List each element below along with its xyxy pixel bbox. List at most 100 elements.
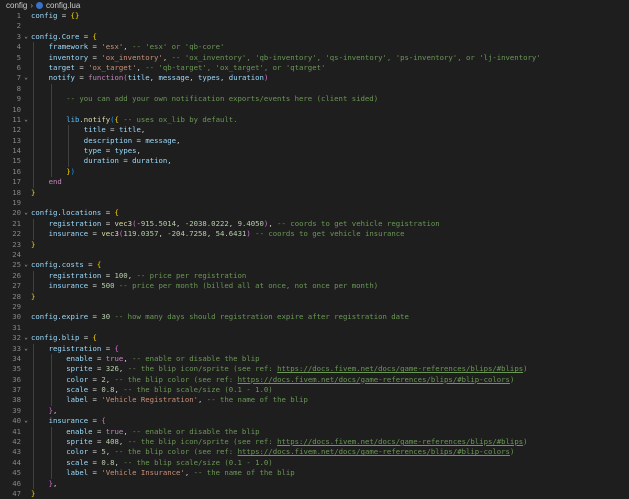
code-token: -- price per month (billed all at once, … <box>114 281 379 291</box>
fold-gutter <box>21 458 31 468</box>
indent-guide <box>33 364 34 375</box>
code-line[interactable]: 41 enable = true, -- enable or disable th… <box>0 426 629 438</box>
code-line[interactable]: 11 ⌄ lib.notify({ -- uses ox_lib by defaul… <box>0 114 629 126</box>
code-line[interactable]: 15 duration = duration, <box>0 156 629 167</box>
code-token: types <box>114 146 137 156</box>
code-line[interactable]: 25 ⌄ config.costs = { <box>0 260 629 270</box>
code-line[interactable]: 33 ⌄ registration = { <box>0 343 629 354</box>
code-token: scale <box>66 457 89 467</box>
code-line[interactable]: 16}) <box>0 166 629 178</box>
code-line[interactable]: 39}, <box>0 405 629 417</box>
code-line[interactable]: 34 enable = true, -- enable or disable th… <box>0 353 629 365</box>
code-content: title = title, <box>31 125 629 136</box>
code-token: 'Vehicle Registration' <box>101 395 198 405</box>
code-line[interactable]: 13 description = message, <box>0 135 629 147</box>
line-number: 12 <box>12 125 21 135</box>
code-line[interactable]: 19 <box>0 198 629 208</box>
code-token: { <box>92 333 97 343</box>
code-line[interactable]: 7 ⌄ notify = function(title, message, type… <box>0 73 629 84</box>
code-line[interactable]: 38 label = 'Vehicle Registration', -- the… <box>0 395 629 406</box>
fold-chevron-icon[interactable]: ⌄ <box>21 344 31 354</box>
code-line[interactable]: 20 ⌄ config.locations = { <box>0 208 629 218</box>
code-line[interactable]: 8 <box>0 83 629 95</box>
indent-guide <box>50 364 52 375</box>
code-line[interactable]: 2 <box>0 21 629 31</box>
code-line[interactable]: 40 ⌄ insurance = { <box>0 416 629 427</box>
code-line[interactable]: 3 ⌄ config.Core = { <box>0 32 629 42</box>
code-line[interactable]: 44 scale = 0.8, -- the blip scale/size (0… <box>0 457 629 469</box>
code-token: , <box>162 52 172 62</box>
code-line[interactable]: 29 <box>0 302 629 312</box>
fold-chevron-icon[interactable]: ⌄ <box>21 260 31 270</box>
fold-gutter <box>21 125 31 135</box>
code-line[interactable]: 42 sprite = 408, -- the blip icon/sprite … <box>0 437 629 448</box>
code-line[interactable]: 43 color = 5, -- the blip color (see ref:… <box>0 447 629 458</box>
line-number: 13 <box>12 135 21 145</box>
line-number: 7 <box>16 73 21 83</box>
fold-chevron-icon[interactable]: ⌄ <box>21 32 31 42</box>
fold-chevron-icon[interactable]: ⌄ <box>21 115 31 125</box>
code-line[interactable]: 45 label = 'Vehicle Insurance', -- the na… <box>0 468 629 479</box>
code-token: message <box>158 73 190 83</box>
code-line[interactable]: 9 -- you can add your own notification ex… <box>0 94 629 105</box>
indent-guide <box>50 374 52 386</box>
code-token: , <box>136 62 146 72</box>
code-content <box>31 323 629 333</box>
code-line[interactable]: 23} <box>0 240 629 250</box>
code-line[interactable]: 18} <box>0 188 629 198</box>
code-line[interactable]: 10 <box>0 104 629 115</box>
code-content <box>31 83 629 95</box>
code-line[interactable]: 30 config.expire = 30 -- how many days sh… <box>0 312 629 322</box>
code-line[interactable]: 24 <box>0 250 629 260</box>
code-line[interactable]: 14 type = types, <box>0 146 629 157</box>
code-token: enable <box>66 426 93 436</box>
code-token: , <box>176 218 185 228</box>
code-line[interactable]: 1 config = {} <box>0 11 629 21</box>
indent-guide <box>50 395 52 406</box>
code-content: } <box>31 188 629 198</box>
code-link[interactable]: https://docs.fivem.net/docs/game-referen… <box>238 447 510 456</box>
code-line[interactable]: 5 inventory = 'ox_inventory', -- 'ox_inve… <box>0 52 629 63</box>
breadcrumb-file[interactable]: config.lua <box>46 1 80 10</box>
code-line[interactable]: 47} <box>0 489 629 499</box>
code-line[interactable]: 35 sprite = 326, -- the blip icon/sprite … <box>0 364 629 375</box>
code-line[interactable]: 12 title = title, <box>0 125 629 136</box>
code-line[interactable]: 6 target = 'ox_target', -- 'qb-target', '… <box>0 62 629 74</box>
code-content: enable = true, -- enable or disable the … <box>31 426 629 438</box>
indent-guide <box>33 416 34 427</box>
code-line[interactable]: 17 end <box>0 177 629 188</box>
code-editor[interactable]: 1 config = {} 2 3 ⌄ config.Core = {4 framework… <box>0 11 629 499</box>
code-line[interactable]: 27 insurance = 500 -- price per month (bi… <box>0 281 629 292</box>
fold-gutter <box>21 468 31 478</box>
code-line[interactable]: 36 color = 2, -- the blip color (see ref:… <box>0 374 629 386</box>
fold-chevron-icon[interactable]: ⌄ <box>21 208 31 218</box>
line-number: 2 <box>16 21 21 31</box>
code-line[interactable]: 46}, <box>0 478 629 489</box>
code-line[interactable]: 4 framework = 'esx', -- 'esx' or 'qb-core… <box>0 42 629 53</box>
code-line[interactable]: 22 insurance = vec3(119.0357, -204.7258, … <box>0 229 629 240</box>
breadcrumb-folder[interactable]: config <box>6 1 27 10</box>
code-line[interactable]: 31 <box>0 323 629 333</box>
fold-chevron-icon[interactable]: ⌄ <box>21 333 31 343</box>
line-number: 40 <box>12 416 21 426</box>
indent-guide <box>50 468 52 479</box>
code-line[interactable]: 32 ⌄ config.blip = { <box>0 333 629 343</box>
code-token: -- the blip scale/size (0.1 - 1.0) <box>123 457 273 467</box>
indent-guide <box>33 426 34 438</box>
code-token: true <box>105 426 124 436</box>
code-token: = <box>101 343 115 353</box>
code-link[interactable]: https://docs.fivem.net/docs/game-referen… <box>238 375 510 384</box>
line-number: 28 <box>12 291 21 301</box>
fold-chevron-icon[interactable]: ⌄ <box>21 416 31 426</box>
code-token: duration <box>132 156 168 166</box>
fold-chevron-icon[interactable]: ⌄ <box>21 73 31 83</box>
code-token: = <box>79 333 93 343</box>
code-link[interactable]: https://docs.fivem.net/docs/game-referen… <box>277 437 523 446</box>
code-line[interactable]: 37 scale = 0.8, -- the blip scale/size (0… <box>0 385 629 396</box>
code-line[interactable]: 28} <box>0 292 629 302</box>
code-link[interactable]: https://docs.fivem.net/docs/game-referen… <box>277 364 523 373</box>
line-number: 10 <box>12 104 21 114</box>
fold-gutter <box>21 292 31 302</box>
code-line[interactable]: 21 registration = vec3(-915.5014, -2038.0… <box>0 218 629 230</box>
code-line[interactable]: 26 registration = 100, -- price per regis… <box>0 270 629 282</box>
